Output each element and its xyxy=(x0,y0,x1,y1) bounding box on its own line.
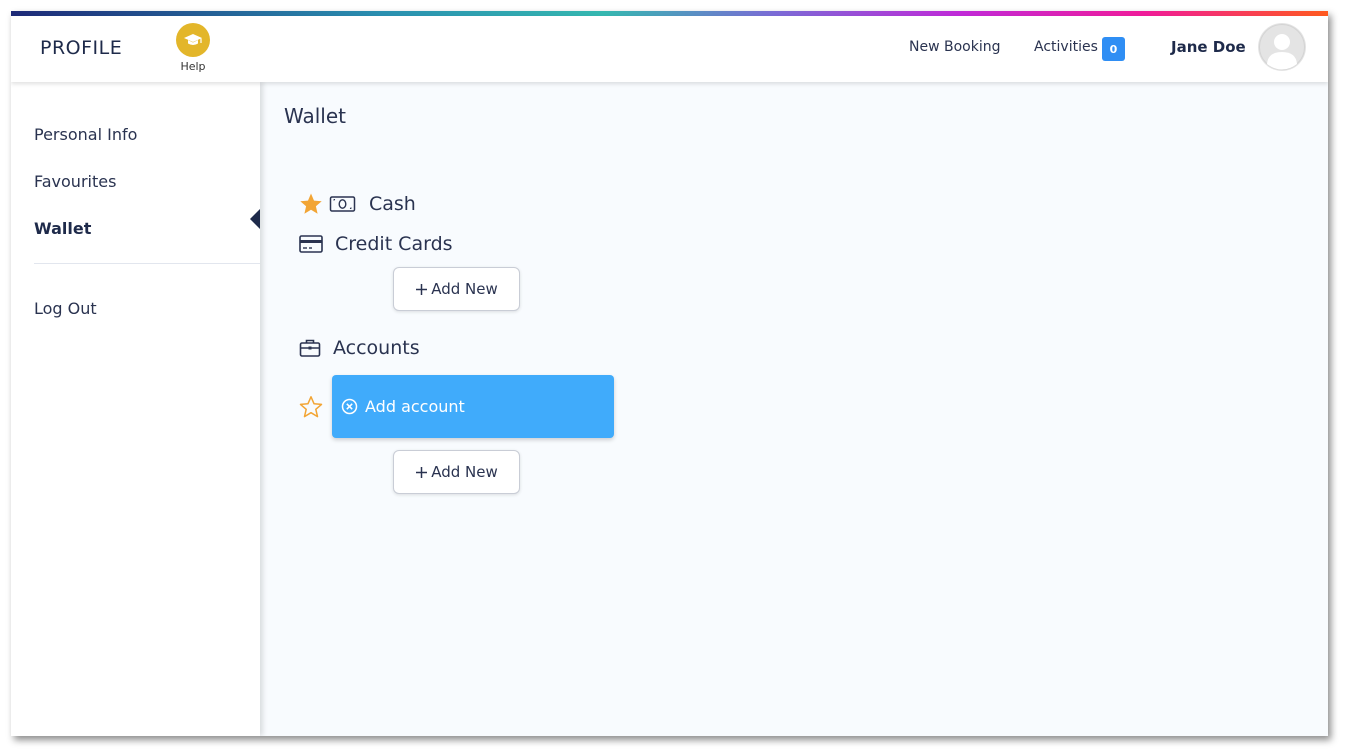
help-label: Help xyxy=(180,60,206,73)
accounts-row: Accounts xyxy=(299,337,420,359)
sidebar-divider xyxy=(34,263,260,264)
add-account-new-label: Add New xyxy=(431,463,498,481)
cash-label: Cash xyxy=(369,193,416,215)
add-account-button[interactable]: Add New xyxy=(393,450,520,494)
circle-x-icon[interactable] xyxy=(341,398,358,415)
page-title: Wallet xyxy=(284,104,347,128)
sidebar-item-favourites[interactable]: Favourites xyxy=(34,172,116,191)
credit-cards-label: Credit Cards xyxy=(335,233,453,255)
new-booking-link[interactable]: New Booking xyxy=(909,39,1000,55)
activities-link[interactable]: Activities xyxy=(1034,39,1098,55)
sidebar-item-wallet[interactable]: Wallet xyxy=(34,219,91,238)
top-header: PROFILE Help New Booking Activities 0 Ja… xyxy=(11,16,1328,82)
banknote-icon xyxy=(329,196,356,212)
sidebar-item-logout[interactable]: Log Out xyxy=(34,299,97,318)
avatar[interactable] xyxy=(1258,23,1306,71)
add-account-item[interactable]: Add account xyxy=(332,375,614,438)
graduation-cap-icon xyxy=(184,34,202,45)
app-window: PROFILE Help New Booking Activities 0 Ja… xyxy=(11,11,1328,736)
plus-icon xyxy=(416,283,428,295)
help-circle xyxy=(176,23,210,57)
activities-count-badge: 0 xyxy=(1102,37,1125,61)
cash-row: Cash xyxy=(299,192,416,216)
sidebar: Personal Info Favourites Wallet Log Out xyxy=(11,82,260,736)
add-credit-card-label: Add New xyxy=(431,280,498,298)
plus-icon xyxy=(416,466,428,478)
sidebar-item-personal-info[interactable]: Personal Info xyxy=(34,125,137,144)
credit-cards-row: Credit Cards xyxy=(299,233,453,255)
add-account-label: Add account xyxy=(365,397,465,416)
briefcase-icon xyxy=(299,339,321,357)
credit-card-icon xyxy=(299,235,323,253)
help-button[interactable]: Help xyxy=(174,23,212,73)
accounts-label: Accounts xyxy=(333,337,420,359)
active-indicator-arrow xyxy=(250,209,260,229)
user-silhouette-icon xyxy=(1259,24,1305,70)
star-icon[interactable] xyxy=(299,395,323,419)
user-name[interactable]: Jane Doe xyxy=(1171,38,1246,56)
add-credit-card-button[interactable]: Add New xyxy=(393,267,520,311)
star-icon[interactable] xyxy=(299,192,323,216)
page-brand: PROFILE xyxy=(40,37,123,59)
